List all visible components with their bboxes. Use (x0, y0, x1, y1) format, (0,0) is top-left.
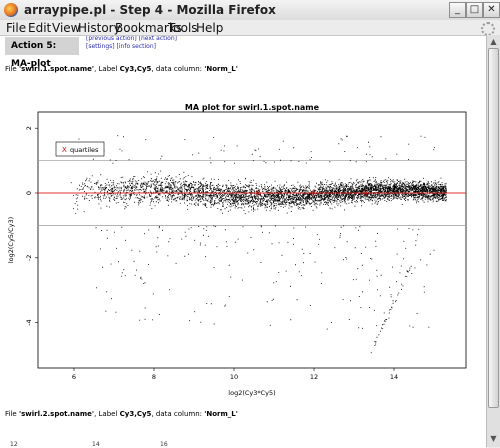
menu-edit[interactable]: Edit (28, 21, 51, 35)
menu-bar: File Edit View History Bookmarks Tools H… (0, 20, 500, 35)
ma-plot-svg: MA plot for swirl.1.spot.name X X X X quartil… (7, 103, 467, 397)
scroll-up-icon[interactable]: ▲ (488, 36, 499, 47)
x-axis-label: log2(Cy3*Cy5) (228, 389, 275, 397)
x-tick-label: 8 (152, 373, 156, 381)
y-axis-label: log2(Cy5/Cy3) (7, 217, 15, 263)
x-tick-label: 12 (310, 373, 318, 381)
quartile-marker: X (312, 190, 317, 198)
prev-next-links[interactable]: [previous action] [next action] (86, 36, 177, 43)
y-tick-label: 0 (25, 191, 33, 195)
info-section-link[interactable]: [info section] (117, 43, 156, 50)
window-title: arraypipe.pl - Step 4 - Mozilla Firefox (24, 3, 276, 17)
legend-label: quartiles (70, 146, 99, 154)
menu-view[interactable]: View (52, 21, 80, 35)
menu-help[interactable]: Help (196, 21, 223, 35)
page-content: Action 5: MA-plot [previous action] [nex… (0, 35, 486, 448)
firefox-icon (4, 3, 18, 17)
file-caption-1: File 'swirl.1.spot.name', Label Cy3,Cy5,… (5, 65, 238, 73)
legend-marker: X (62, 146, 67, 154)
y-tick-label: -2 (25, 255, 33, 261)
scroll-thumb[interactable] (488, 48, 499, 408)
maximize-button[interactable]: □ (466, 2, 483, 18)
x-tick-label: 10 (230, 373, 238, 381)
quartile-marker: X (364, 190, 369, 198)
file-caption-2: File 'swirl.2.spot.name', Label Cy3,Cy5,… (5, 410, 238, 418)
settings-link[interactable]: [settings] (86, 43, 115, 50)
title-bar: arraypipe.pl - Step 4 - Mozilla Firefox … (0, 0, 500, 21)
x-tick-label: 14 (390, 373, 398, 381)
activity-throbber-icon (481, 22, 495, 36)
scroll-down-icon[interactable]: ▼ (488, 433, 499, 444)
close-button[interactable]: ✕ (483, 2, 500, 18)
menu-tools[interactable]: Tools (168, 21, 198, 35)
x-tick-label: 6 (72, 373, 76, 381)
vertical-scrollbar[interactable]: ▲ ▼ (486, 35, 500, 447)
action-title: Action 5: MA-plot (5, 37, 79, 69)
nav-links: [previous action] [next action] [setting… (86, 36, 177, 51)
y-tick-label: -4 (25, 319, 33, 325)
ma-plot: MA plot for swirl.1.spot.name X X X Xquartil… (0, 100, 486, 433)
quartile-marker: X (256, 190, 261, 198)
chart-title: MA plot for swirl.1.spot.name (185, 103, 320, 112)
y-tick-label: 2 (25, 126, 33, 130)
menu-file[interactable]: File (6, 21, 26, 35)
minimize-button[interactable]: _ (449, 2, 466, 18)
